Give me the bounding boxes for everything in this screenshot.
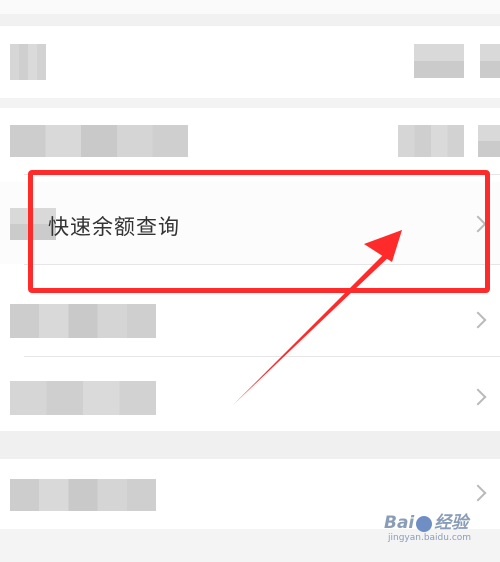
baidu-jingyan-watermark: Bai 经验 jingyan.baidu.com <box>384 508 471 543</box>
chevron-right-icon <box>469 388 487 406</box>
chevron-right-icon <box>469 311 487 329</box>
menu-row-5[interactable] <box>0 357 500 431</box>
section-gap <box>0 431 500 459</box>
blurred-label <box>10 381 156 415</box>
section-gap <box>0 98 500 108</box>
section-gap <box>0 14 500 26</box>
menu-row-top[interactable] <box>0 0 500 14</box>
menu-row-2[interactable] <box>0 108 500 174</box>
highlight-box <box>28 170 490 293</box>
chevron-right-icon <box>469 484 487 502</box>
watermark-url: jingyan.baidu.com <box>388 533 472 543</box>
blurred-label <box>10 304 156 338</box>
menu-row-4[interactable] <box>0 290 500 356</box>
blurred-value <box>414 44 464 78</box>
watermark-brand: Bai <box>384 513 415 533</box>
blurred-label <box>10 125 188 157</box>
blurred-chevron <box>480 44 500 78</box>
blurred-label <box>10 479 156 511</box>
blurred-chevron <box>478 125 500 157</box>
watermark-brand-suffix: 经验 <box>434 513 469 533</box>
menu-row-1[interactable] <box>0 26 500 98</box>
blurred-label <box>10 44 46 80</box>
baidu-paw-icon <box>416 515 433 532</box>
blurred-value <box>398 125 464 157</box>
